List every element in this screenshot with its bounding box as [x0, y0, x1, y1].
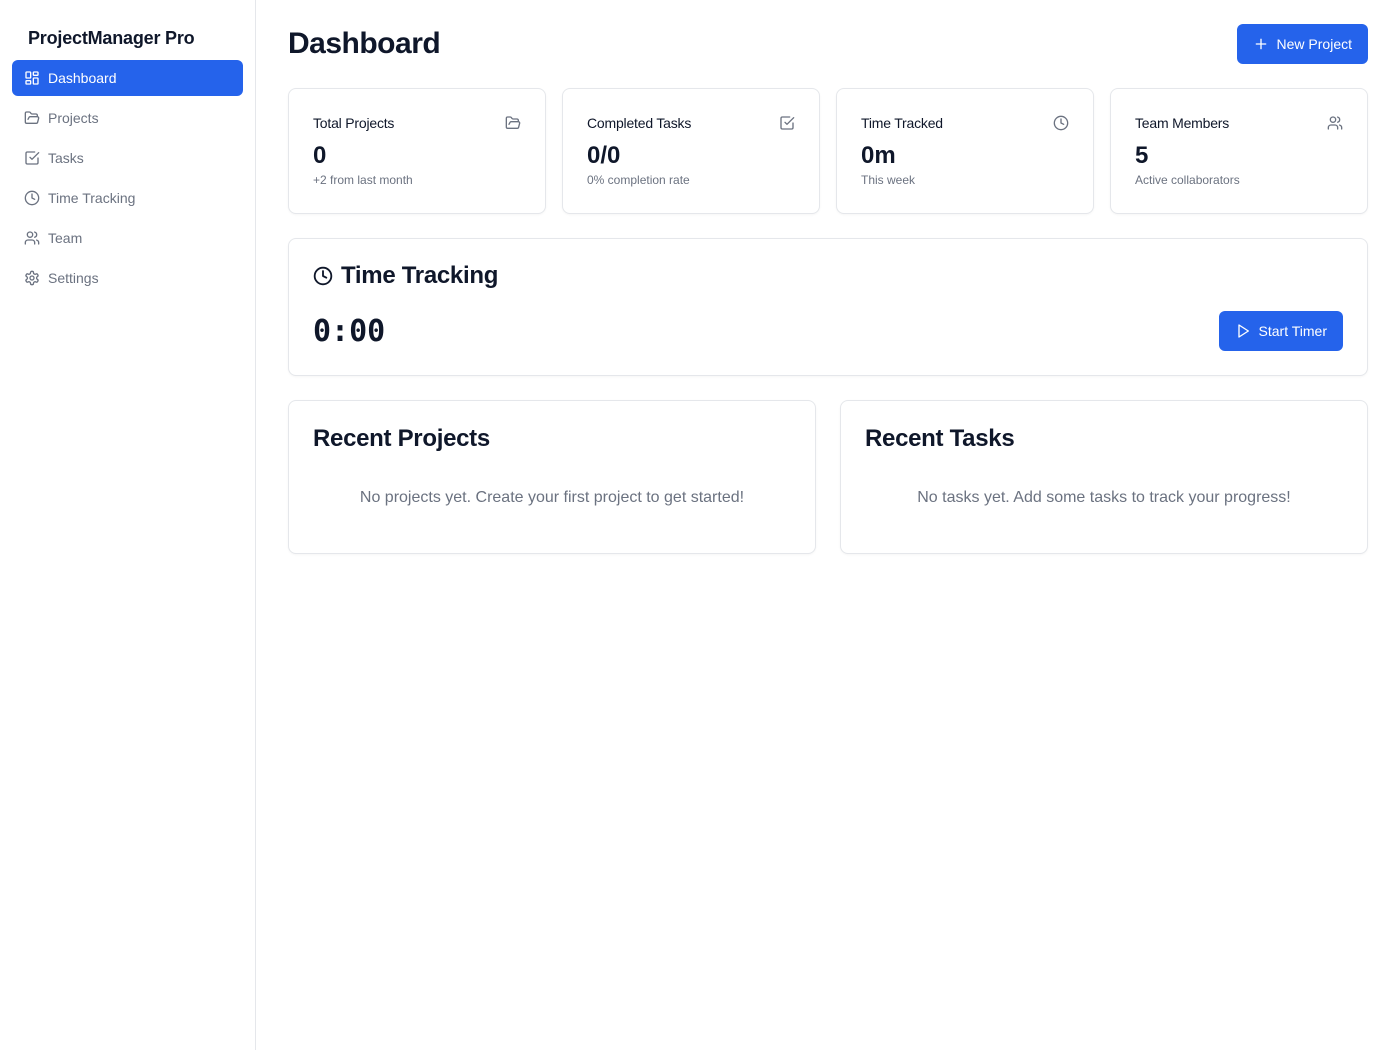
stat-header: Time Tracked	[861, 113, 1069, 133]
folder-open-icon	[505, 115, 521, 131]
stat-card-time-tracked: Time Tracked 0m This week	[836, 88, 1094, 214]
stat-subtext: 0% completion rate	[587, 173, 690, 187]
stat-header: Completed Tasks	[587, 113, 795, 133]
stat-card-completed-tasks: Completed Tasks 0/0 0% completion rate	[562, 88, 820, 214]
recent-lists: Recent Projects No projects yet. Create …	[288, 400, 1368, 554]
check-square-icon	[24, 150, 40, 166]
recent-tasks-title: Recent Tasks	[865, 425, 1015, 452]
sidebar-item-team[interactable]: Team	[12, 220, 243, 256]
sidebar-item-tasks[interactable]: Tasks	[12, 140, 243, 176]
stat-value: 0m	[861, 142, 896, 169]
users-icon	[1327, 115, 1343, 131]
recent-projects-empty-message: No projects yet. Create your first proje…	[359, 489, 745, 506]
stat-header: Team Members	[1135, 113, 1343, 133]
stat-subtext: Active collaborators	[1135, 173, 1240, 187]
stat-card-team-members: Team Members 5 Active collaborators	[1110, 88, 1368, 214]
page-header: Dashboard New Project	[288, 24, 1368, 64]
clock-icon	[313, 266, 333, 286]
stat-label: Team Members	[1135, 115, 1230, 131]
stat-value: 0	[313, 142, 327, 169]
sidebar-item-label: Time Tracking	[48, 190, 136, 206]
stat-subtext: +2 from last month	[313, 173, 413, 187]
stat-subtext: This week	[861, 173, 916, 187]
time-tracking-title: Time Tracking	[313, 262, 1343, 289]
play-icon	[1235, 323, 1251, 339]
timer-row: 0:00 Start Timer	[313, 311, 1343, 351]
sidebar-item-label: Dashboard	[48, 70, 117, 86]
check-square-icon	[779, 115, 795, 131]
stat-card-total-projects: Total Projects 0 +2 from last month	[288, 88, 546, 214]
stat-value: 0/0	[587, 142, 621, 169]
page-title: Dashboard	[288, 27, 441, 60]
start-timer-label: Start Timer	[1258, 323, 1327, 339]
stat-header: Total Projects	[313, 113, 521, 133]
stats-grid: Total Projects 0 +2 from last month Comp…	[288, 88, 1368, 214]
sidebar-item-time-tracking[interactable]: Time Tracking	[12, 180, 243, 216]
sidebar-item-projects[interactable]: Projects	[12, 100, 243, 136]
sidebar-nav: Dashboard Projects Tasks Time Tracking T…	[12, 60, 243, 296]
new-project-button[interactable]: New Project	[1236, 24, 1368, 64]
recent-projects-card: Recent Projects No projects yet. Create …	[288, 400, 816, 554]
app-root: ProjectManager Pro Dashboard Projects Ta…	[0, 0, 1400, 1050]
stat-value: 5	[1135, 142, 1149, 169]
recent-tasks-card: Recent Tasks No tasks yet. Add some task…	[840, 400, 1368, 554]
settings-icon	[24, 270, 40, 286]
clock-icon	[1053, 115, 1069, 131]
stat-label: Time Tracked	[861, 115, 943, 131]
sidebar-item-label: Tasks	[48, 150, 84, 166]
sidebar-item-settings[interactable]: Settings	[12, 260, 243, 296]
sidebar: ProjectManager Pro Dashboard Projects Ta…	[0, 0, 256, 1050]
users-icon	[24, 230, 40, 246]
new-project-label: New Project	[1276, 36, 1352, 52]
stat-label: Total Projects	[313, 115, 395, 131]
recent-projects-title: Recent Projects	[313, 425, 490, 452]
main-content: Dashboard New Project Total Projects 0 +…	[256, 0, 1400, 1050]
layout-dashboard-icon	[24, 70, 40, 86]
timer-display: 0:00	[313, 313, 386, 349]
time-tracking-title-text: Time Tracking	[341, 262, 499, 289]
clock-icon	[24, 190, 40, 206]
sidebar-item-label: Team	[48, 230, 83, 246]
sidebar-item-label: Settings	[48, 270, 99, 286]
sidebar-item-dashboard[interactable]: Dashboard	[12, 60, 243, 96]
start-timer-button[interactable]: Start Timer	[1218, 311, 1343, 351]
sidebar-item-label: Projects	[48, 110, 99, 126]
recent-tasks-empty-message: No tasks yet. Add some tasks to track yo…	[917, 489, 1291, 506]
app-brand: ProjectManager Pro	[28, 28, 195, 48]
time-tracking-card: Time Tracking 0:00 Start Timer	[288, 238, 1368, 376]
plus-icon	[1253, 36, 1269, 52]
folder-open-icon	[24, 110, 40, 126]
stat-label: Completed Tasks	[587, 115, 692, 131]
